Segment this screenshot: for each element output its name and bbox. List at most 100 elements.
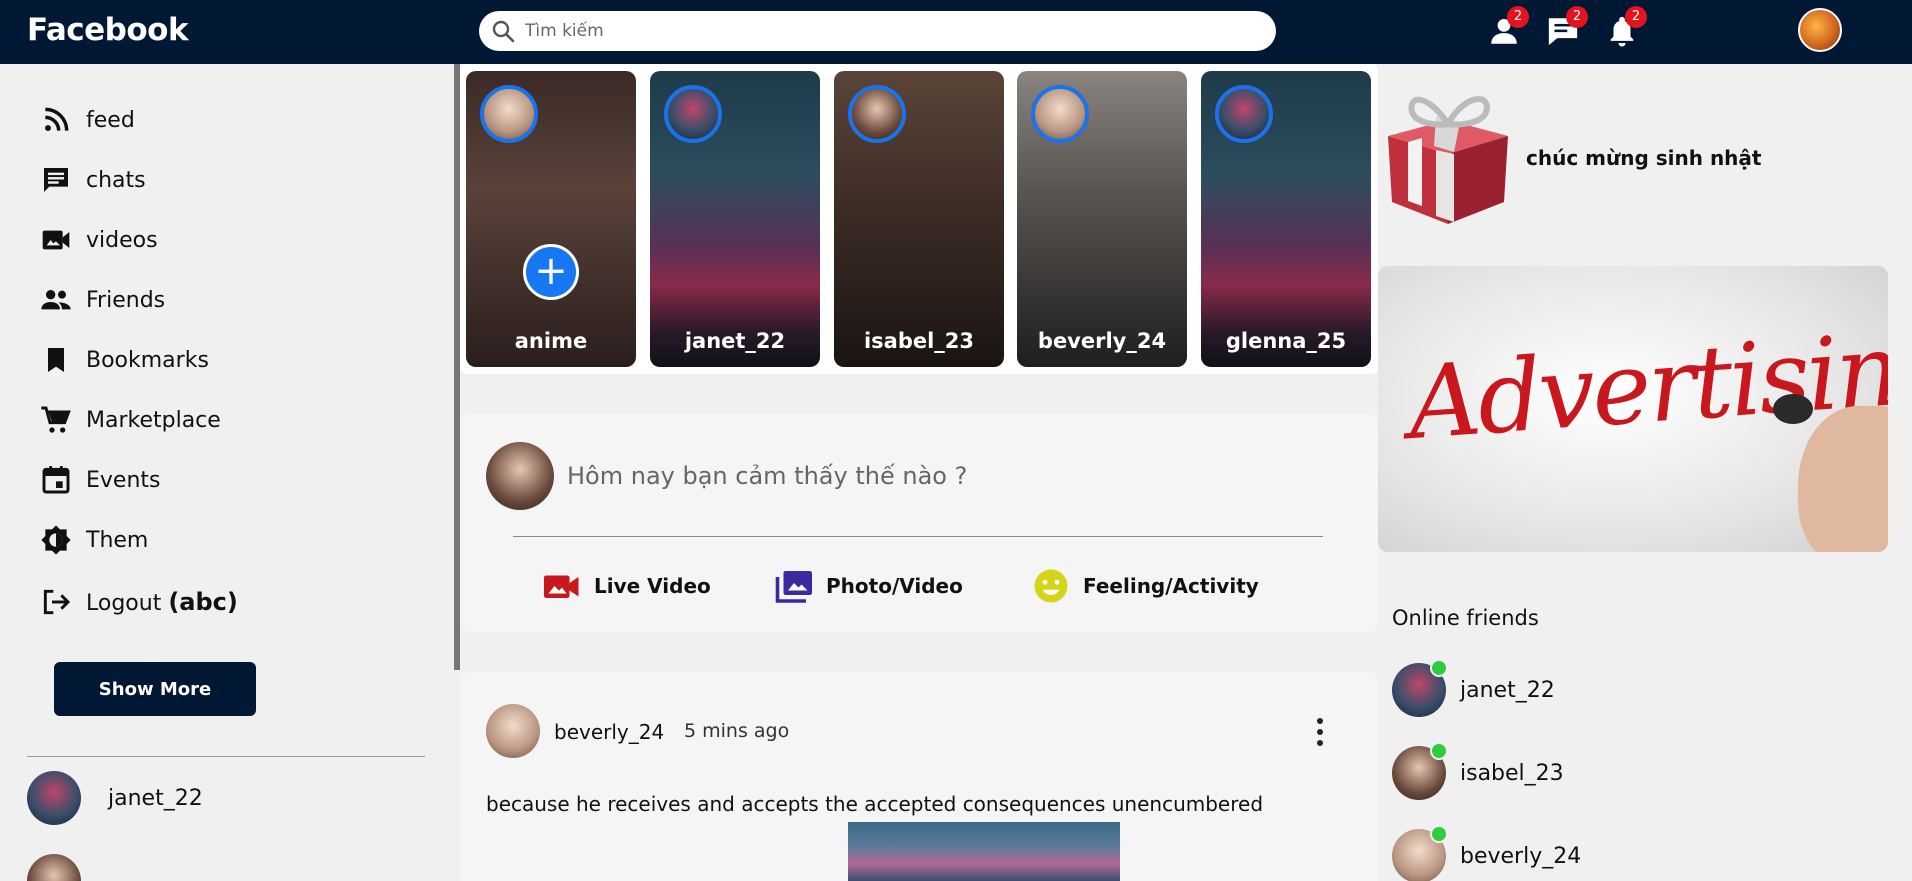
online-friend[interactable]: beverly_24	[1392, 825, 1582, 881]
story-avatar	[848, 85, 906, 143]
messages-button[interactable]: 2	[1546, 6, 1588, 48]
logout-label: Logout (abc)	[86, 588, 238, 616]
post-composer: Hôm nay bạn cảm thấy thế nào ? Live Vide…	[460, 414, 1378, 632]
divider	[27, 756, 425, 757]
friend-requests-badge: 2	[1507, 6, 1529, 28]
sidebar-item-label: Marketplace	[86, 407, 221, 433]
sidebar-item-label: Friends	[86, 287, 166, 313]
story-card[interactable]: beverly_24	[1017, 71, 1187, 367]
brightness-icon	[41, 525, 71, 555]
avatar	[1392, 825, 1448, 881]
chat-icon	[44, 168, 68, 192]
feeling-activity-button[interactable]: Feeling/Activity	[1031, 568, 1259, 604]
story-card[interactable]: glenna_25	[1201, 71, 1371, 367]
online-friend[interactable]: isabel_23	[1392, 742, 1564, 800]
sidebar-item-logout[interactable]: Logout (abc)	[40, 582, 238, 622]
post-author-avatar[interactable]	[486, 704, 540, 758]
sidebar-item-label: Events	[86, 467, 161, 493]
sidebar-item-label: videos	[86, 227, 158, 253]
avatar	[1392, 742, 1448, 800]
sidebar-friend[interactable]: janet_22	[27, 771, 203, 825]
brand-logo[interactable]: Facebook	[27, 12, 189, 48]
live-video-icon	[544, 575, 579, 598]
story-avatar	[664, 85, 722, 143]
profile-avatar[interactable]	[1798, 8, 1842, 52]
online-indicator	[1430, 825, 1448, 843]
avatar	[27, 771, 81, 825]
sidebar-item-friends[interactable]: Friends	[40, 280, 165, 320]
story-name: anime	[514, 329, 588, 353]
story-card[interactable]: isabel_23	[834, 71, 1004, 367]
story-name: janet_22	[684, 329, 786, 353]
advertisement-banner[interactable]: Advertising	[1378, 266, 1888, 552]
online-friend[interactable]: janet_22	[1392, 659, 1555, 717]
sidebar-item-marketplace[interactable]: Marketplace	[40, 400, 221, 440]
action-label: Photo/Video	[826, 574, 963, 598]
rss-icon	[45, 107, 69, 131]
notifications-badge: 2	[1625, 6, 1647, 28]
story-name: beverly_24	[1037, 329, 1167, 353]
sidebar-item-events[interactable]: Events	[40, 460, 161, 500]
ad-marker-graphic	[1773, 394, 1813, 424]
story-card[interactable]: janet_22	[650, 71, 820, 367]
divider	[513, 536, 1323, 537]
avatar	[486, 442, 554, 510]
composer-input[interactable]: Hôm nay bạn cảm thấy thế nào ?	[567, 462, 967, 490]
story-name: isabel_23	[863, 329, 975, 353]
action-label: Live Video	[594, 574, 711, 598]
photo-video-button[interactable]: Photo/Video	[774, 568, 963, 604]
notifications-button[interactable]: 2	[1605, 6, 1647, 48]
story-avatar	[1215, 85, 1273, 143]
action-label: Feeling/Activity	[1083, 574, 1259, 598]
search-icon	[492, 20, 515, 43]
post-text: because he receives and accepts the acce…	[486, 792, 1264, 816]
stories-strip: + anime janet_22 isabel_23 beverly_24 gl…	[460, 64, 1378, 374]
calendar-icon	[42, 466, 70, 494]
sidebar-item-label: Them	[86, 527, 149, 553]
smiley-icon	[1034, 569, 1068, 603]
more-options-icon[interactable]	[1310, 716, 1330, 748]
birthday-text: chúc mừng sinh nhật	[1526, 146, 1762, 170]
post-timestamp: 5 mins ago	[684, 720, 790, 742]
story-card[interactable]: + anime	[466, 71, 636, 367]
show-more-button[interactable]: Show More	[54, 662, 256, 716]
online-indicator	[1430, 742, 1448, 760]
story-avatar	[1031, 85, 1089, 143]
sidebar-item-chats[interactable]: chats	[40, 160, 146, 200]
logout-username: (abc)	[168, 588, 238, 616]
add-story-icon[interactable]: +	[523, 244, 579, 300]
friend-requests-button[interactable]: 2	[1487, 6, 1529, 48]
sidebar-item-label: Bookmarks	[86, 347, 209, 373]
live-video-button[interactable]: Live Video	[542, 568, 711, 604]
online-friend-name: janet_22	[1460, 677, 1555, 703]
sidebar-item-feed[interactable]: feed	[40, 100, 135, 140]
sidebar-item-label: chats	[86, 167, 146, 193]
messages-badge: 2	[1566, 6, 1588, 28]
post-author-name[interactable]: beverly_24	[554, 720, 664, 744]
search-input[interactable]	[525, 17, 1245, 45]
photo-library-icon	[775, 571, 812, 603]
video-camera-icon	[42, 230, 70, 250]
online-friends-title: Online friends	[1392, 606, 1539, 630]
avatar	[27, 854, 81, 881]
online-indicator	[1430, 659, 1448, 677]
sidebar-item-label: feed	[86, 107, 135, 133]
birthday-widget: chúc mừng sinh nhật	[1378, 84, 1888, 234]
bookmark-icon	[48, 348, 64, 372]
story-avatar	[480, 85, 538, 143]
post-image[interactable]	[848, 822, 1120, 881]
search-box[interactable]	[479, 11, 1276, 51]
sidebar-item-bookmarks[interactable]: Bookmarks	[40, 340, 209, 380]
people-icon	[41, 290, 71, 310]
friend-name: janet_22	[108, 785, 203, 811]
top-bar: Facebook 2 2 2	[0, 0, 1912, 64]
sidebar-item-them[interactable]: Them	[40, 520, 148, 560]
left-sidebar: feed chats videos Friends Bookmarks Mark…	[0, 64, 454, 881]
story-name: glenna_25	[1225, 329, 1347, 353]
online-friend-name: beverly_24	[1460, 843, 1582, 869]
feed-post: beverly_24 5 mins ago because he receive…	[460, 672, 1378, 881]
sidebar-item-videos[interactable]: videos	[40, 220, 158, 260]
cart-icon	[41, 406, 71, 433]
sidebar-friend-partial[interactable]	[27, 854, 81, 881]
logout-icon	[43, 589, 71, 615]
